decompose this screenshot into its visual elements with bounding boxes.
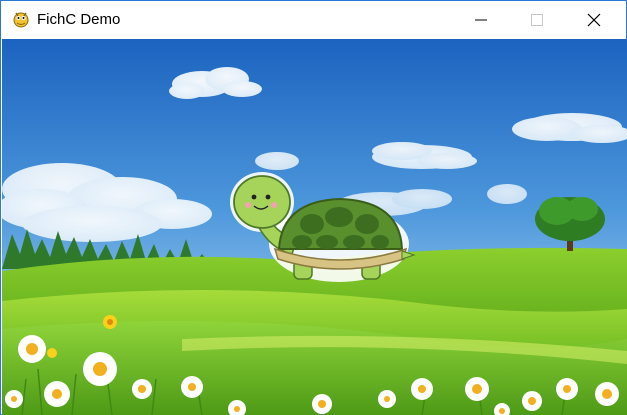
maximize-button[interactable] — [514, 1, 560, 39]
close-icon — [587, 13, 601, 27]
cloud — [255, 152, 299, 170]
game-canvas[interactable] — [2, 39, 627, 415]
title-bar[interactable]: FichC Demo — [1, 1, 626, 39]
close-button[interactable] — [571, 1, 617, 39]
maximize-icon — [531, 14, 543, 26]
scene-background — [2, 39, 627, 415]
snake-icon — [13, 12, 29, 28]
window-title: FichC Demo — [37, 11, 121, 28]
minimize-icon — [475, 19, 487, 21]
minimize-button[interactable] — [458, 1, 504, 39]
app-window: FichC Demo — [0, 0, 627, 415]
